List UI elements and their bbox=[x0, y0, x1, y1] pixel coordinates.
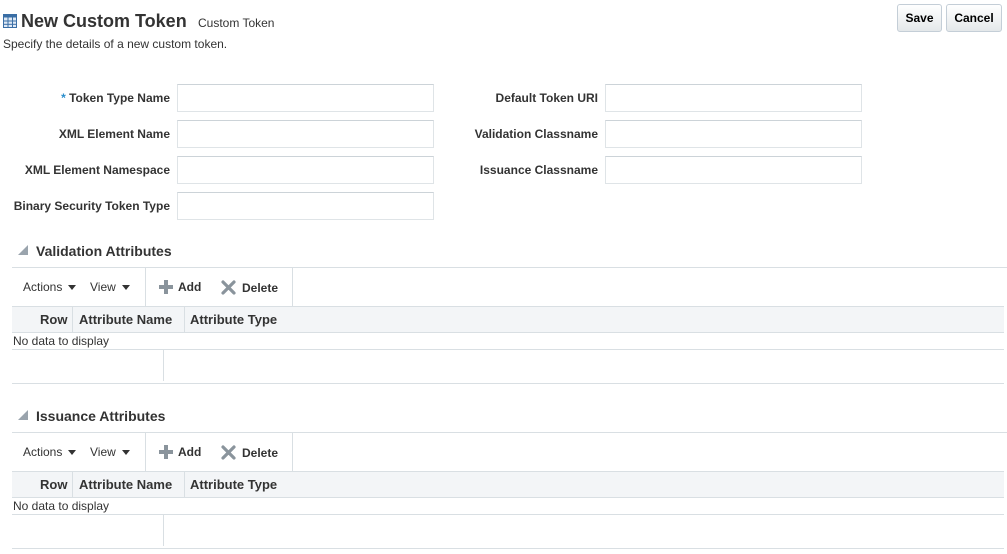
section-divider bbox=[12, 267, 1007, 268]
add-button[interactable]: Add bbox=[159, 280, 201, 294]
page-subtitle: Custom Token bbox=[198, 16, 275, 30]
chevron-down-icon bbox=[68, 284, 77, 290]
xml-element-namespace-label: XML Element Namespace bbox=[24, 163, 170, 177]
required-indicator: * bbox=[61, 91, 66, 105]
delete-button[interactable]: Delete bbox=[221, 280, 278, 295]
column-divider bbox=[163, 350, 164, 381]
toolbar-separator bbox=[292, 433, 293, 471]
validation-classname-input[interactable] bbox=[605, 120, 862, 148]
page-title: New Custom Token bbox=[21, 11, 187, 31]
delete-button[interactable]: Delete bbox=[221, 445, 278, 460]
toolbar-separator bbox=[145, 433, 146, 471]
column-divider bbox=[184, 471, 185, 498]
add-button[interactable]: Add bbox=[159, 445, 201, 459]
token-type-name-label: * Token Type Name bbox=[61, 91, 170, 105]
empty-table-message: No data to display bbox=[13, 334, 110, 348]
section-divider bbox=[12, 432, 1007, 433]
actions-menu[interactable]: Actions bbox=[23, 280, 77, 294]
column-divider bbox=[72, 306, 73, 333]
table-grid-icon bbox=[3, 14, 17, 28]
delete-x-icon bbox=[221, 280, 236, 295]
default-token-uri-label: Default Token URI bbox=[495, 91, 598, 105]
column-header-row[interactable]: Row bbox=[40, 477, 67, 492]
view-menu[interactable]: View bbox=[90, 280, 130, 294]
validation-classname-label: Validation Classname bbox=[474, 127, 598, 141]
toolbar-separator bbox=[145, 268, 146, 306]
chevron-down-icon bbox=[121, 284, 130, 290]
page-description: Specify the details of a new custom toke… bbox=[3, 37, 228, 51]
issuance-classname-input[interactable] bbox=[605, 156, 862, 184]
column-divider bbox=[184, 306, 185, 333]
column-divider bbox=[163, 515, 164, 546]
plus-icon bbox=[159, 445, 173, 459]
column-header-attribute-name[interactable]: Attribute Name bbox=[79, 477, 172, 492]
xml-element-name-label: XML Element Name bbox=[58, 127, 170, 141]
column-header-attribute-name[interactable]: Attribute Name bbox=[79, 312, 172, 327]
chevron-down-icon bbox=[68, 449, 77, 455]
view-menu[interactable]: View bbox=[90, 445, 130, 459]
plus-icon bbox=[159, 280, 173, 294]
chevron-down-icon bbox=[121, 449, 130, 455]
binary-security-token-type-label: Binary Security Token Type bbox=[13, 199, 170, 213]
table-footer-divider bbox=[12, 383, 1004, 384]
actions-menu[interactable]: Actions bbox=[23, 445, 77, 459]
default-token-uri-input[interactable] bbox=[605, 84, 862, 112]
token-type-name-input[interactable] bbox=[177, 84, 434, 112]
column-divider bbox=[72, 471, 73, 498]
binary-security-token-type-input[interactable] bbox=[177, 192, 434, 220]
column-header-row[interactable]: Row bbox=[40, 312, 67, 327]
table-row-divider bbox=[12, 514, 1004, 515]
issuance-classname-label: Issuance Classname bbox=[479, 163, 598, 177]
toolbar-separator bbox=[292, 268, 293, 306]
validation-attributes-title: Validation Attributes bbox=[36, 243, 172, 259]
collapse-triangle-icon[interactable] bbox=[18, 410, 28, 420]
table-footer-divider bbox=[12, 548, 1004, 549]
column-header-attribute-type[interactable]: Attribute Type bbox=[190, 477, 277, 492]
cancel-button[interactable]: Cancel bbox=[946, 4, 1002, 32]
column-header-attribute-type[interactable]: Attribute Type bbox=[190, 312, 277, 327]
delete-x-icon bbox=[221, 445, 236, 460]
xml-element-name-input[interactable] bbox=[177, 120, 434, 148]
save-button[interactable]: Save bbox=[897, 4, 942, 32]
empty-table-message: No data to display bbox=[13, 499, 110, 513]
xml-element-namespace-input[interactable] bbox=[177, 156, 434, 184]
collapse-triangle-icon[interactable] bbox=[18, 245, 28, 255]
table-row-divider bbox=[12, 349, 1004, 350]
issuance-attributes-title: Issuance Attributes bbox=[36, 408, 166, 424]
